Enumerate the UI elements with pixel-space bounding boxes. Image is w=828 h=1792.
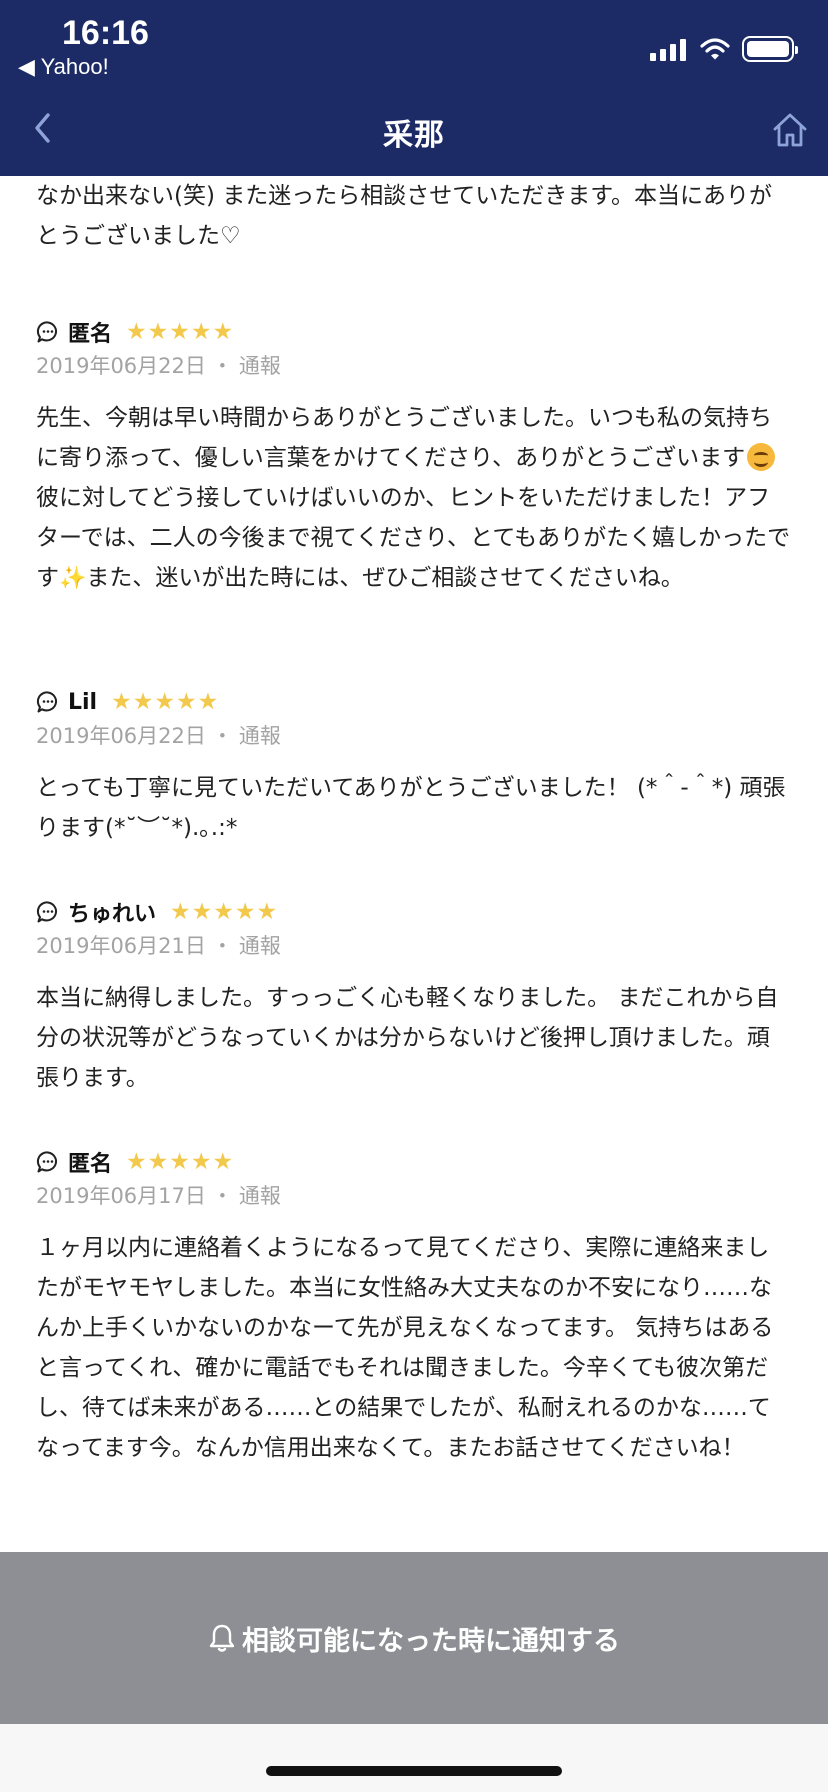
report-link[interactable]: 通報 [239,354,281,378]
report-link[interactable]: 通報 [239,934,281,958]
report-link[interactable]: 通報 [239,724,281,748]
rating-stars: ★★★★★ [126,319,235,345]
review-item: 匿名 ★★★★★ 2019年06月17日・通報 １ヶ月以内に連絡着くようになるっ… [0,1144,828,1468]
page-title: 采那 [383,118,445,153]
review-date: 2019年06月22日 [36,354,206,378]
review-text: 本当に納得しました。すっっごく心も軽くなりました。 まだこれから自分の状況等がど… [36,985,779,1091]
battery-icon [742,36,798,62]
notify-button-label: 相談可能になった時に通知する [242,1625,620,1657]
rating-stars: ★★★★★ [126,1149,235,1175]
review-item: 匿名 ★★★★★ 2019年06月22日・通報 先生、今朝は早い時間からありがと… [0,314,828,599]
signal-icon [650,37,686,61]
review-header: 匿名 ★★★★★ [0,1144,828,1180]
home-icon[interactable] [770,110,810,150]
review-date: 2019年06月22日 [36,724,206,748]
speech-bubble-icon [36,901,58,923]
review-text: １ヶ月以内に連絡着くようになるって見てくださり、実際に連絡来ましたがモヤモヤしま… [36,1235,774,1461]
notify-button[interactable]: 相談可能になった時に通知する [0,1552,828,1724]
reviewer-name: 匿名 [68,1152,113,1177]
reviewer-name: 匿名 [68,322,113,347]
wifi-icon [700,38,730,60]
review-header: Lil ★★★★★ [0,684,828,720]
speech-bubble-icon [36,321,58,343]
review-text-continued: なか出来ない(笑) また迷ったら相談させていただきます。本当にありがとうございま… [36,183,772,249]
review-item: Lil ★★★★★ 2019年06月22日・通報 とっても丁寧に見ていただいてあ… [0,684,828,848]
review-meta: 2019年06月22日・通報 [36,354,281,378]
review-text-part: また、迷いが出た時には、ぜひご相談させてくださいね。 [86,565,684,591]
bell-icon [209,1624,235,1652]
status-back-to-app[interactable]: ◀ Yahoo! [18,54,109,80]
review-text: 先生、今朝は早い時間からありがとうございました。いつも私の気持ちに寄り添って、優… [0,398,828,599]
home-indicator-area [0,1724,828,1792]
smile-emoji-icon [747,443,776,471]
app-header: 16:16 ◀ Yahoo! 采那 [0,0,828,176]
speech-bubble-icon [36,691,58,713]
report-link[interactable]: 通報 [239,1184,281,1208]
review-meta: 2019年06月21日・通報 [36,934,281,958]
review-text: とっても丁寧に見ていただいてありがとうございました！ (*＾-＾*) 頑張ります… [36,775,786,841]
speech-bubble-icon [36,1151,58,1173]
rating-stars: ★★★★★ [111,689,220,715]
review-header: 匿名 ★★★★★ [0,314,828,350]
status-time: 16:16 [62,14,149,52]
reviewer-name: Lil [68,689,98,715]
review-item: ちゅれい ★★★★★ 2019年06月21日・通報 本当に納得しました。すっっご… [0,894,828,1098]
home-indicator[interactable] [266,1766,562,1776]
status-icons [650,36,798,62]
review-meta: 2019年06月22日・通報 [36,724,281,748]
review-meta: 2019年06月17日・通報 [36,1184,281,1208]
review-text-part: 先生、今朝は早い時間からありがとうございました。いつも私の気持ちに寄り添って、優… [36,405,772,471]
review-header: ちゅれい ★★★★★ [0,894,828,930]
review-date: 2019年06月17日 [36,1184,206,1208]
sparkle-emoji-icon: ✨ [59,566,87,591]
rating-stars: ★★★★★ [170,899,279,925]
review-date: 2019年06月21日 [36,934,206,958]
reviewer-name: ちゅれい [68,902,157,927]
